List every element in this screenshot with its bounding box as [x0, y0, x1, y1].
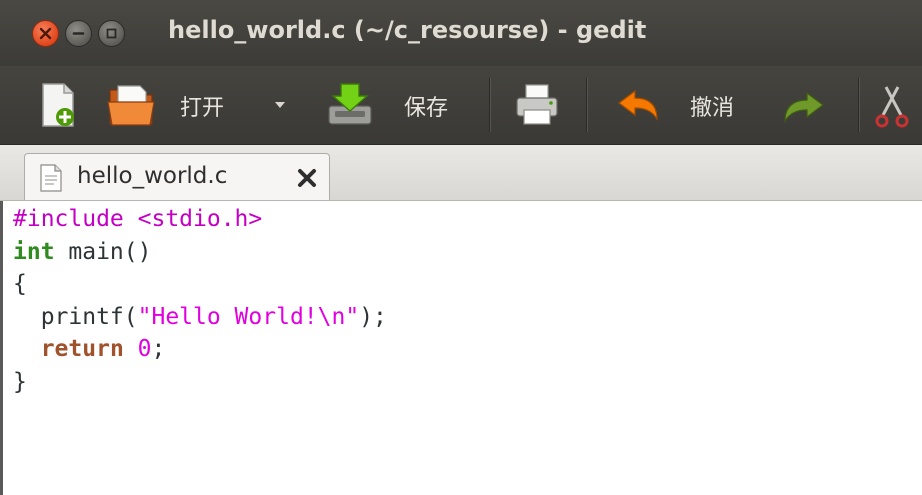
toolbar: 打开 保存 撤消 [0, 66, 922, 145]
tab-hello-world[interactable]: hello_world.c [24, 153, 330, 200]
toolbar-separator [489, 78, 490, 132]
code-token: ); [359, 303, 387, 330]
redo-icon [784, 91, 824, 124]
cut-button[interactable] [872, 82, 920, 130]
close-window-button[interactable] [32, 20, 59, 47]
code-line[interactable]: #include <stdio.h> [13, 203, 387, 236]
text-editor[interactable]: #include <stdio.h> int main(){ printf("He… [0, 201, 922, 495]
code-token: main() [54, 238, 152, 265]
open-recent-dropdown[interactable] [270, 94, 290, 116]
open-folder-icon [107, 85, 155, 126]
code-token: return [40, 336, 124, 362]
toolbar-separator [858, 78, 859, 132]
title-bar: hello_world.c (~/c_resourse) - gedit [0, 0, 922, 66]
save-button-label[interactable]: 保存 [404, 90, 448, 122]
code-token: printf( [13, 303, 138, 330]
maximize-icon [106, 28, 117, 39]
print-icon [516, 84, 558, 125]
maximize-window-button[interactable] [98, 20, 125, 47]
undo-icon [618, 89, 658, 122]
close-tab-button[interactable] [295, 166, 319, 190]
cut-icon [875, 86, 909, 128]
text-file-icon [40, 164, 62, 192]
code-line[interactable]: } [13, 366, 387, 399]
open-button-label[interactable]: 打开 [180, 90, 224, 122]
code-token: "Hello World!\n" [137, 303, 360, 330]
undo-button-label[interactable]: 撤消 [690, 90, 734, 122]
new-document-button[interactable] [34, 80, 82, 130]
tab-label: hello_world.c [77, 163, 228, 189]
code-token: ; [151, 336, 166, 362]
tab-bar: hello_world.c [0, 145, 922, 201]
minimize-icon [72, 32, 85, 35]
code-token: 0 [137, 336, 152, 362]
code-view[interactable]: #include <stdio.h> int main(){ printf("He… [13, 203, 387, 398]
undo-button[interactable] [612, 86, 664, 126]
code-line[interactable]: printf("Hello World!\n"); [13, 301, 387, 334]
dropdown-arrow-icon [275, 102, 285, 108]
print-button[interactable] [512, 80, 562, 130]
toolbar-separator [586, 78, 587, 132]
code-token: int [13, 238, 55, 265]
close-tab-icon [298, 169, 316, 187]
code-line[interactable]: { [13, 268, 387, 301]
open-button[interactable] [104, 80, 160, 130]
save-button[interactable] [322, 78, 378, 130]
save-icon [328, 83, 372, 125]
code-token: { [13, 271, 27, 297]
code-token: } [13, 368, 27, 395]
code-line[interactable]: return 0; [13, 333, 387, 366]
code-line[interactable]: int main() [13, 236, 387, 269]
code-token: #include <stdio.h> [13, 206, 263, 232]
close-icon [39, 27, 52, 40]
minimize-window-button[interactable] [65, 20, 92, 47]
redo-button[interactable] [778, 88, 830, 128]
new-document-icon [42, 83, 74, 127]
window-title: hello_world.c (~/c_resourse) - gedit [168, 16, 647, 44]
